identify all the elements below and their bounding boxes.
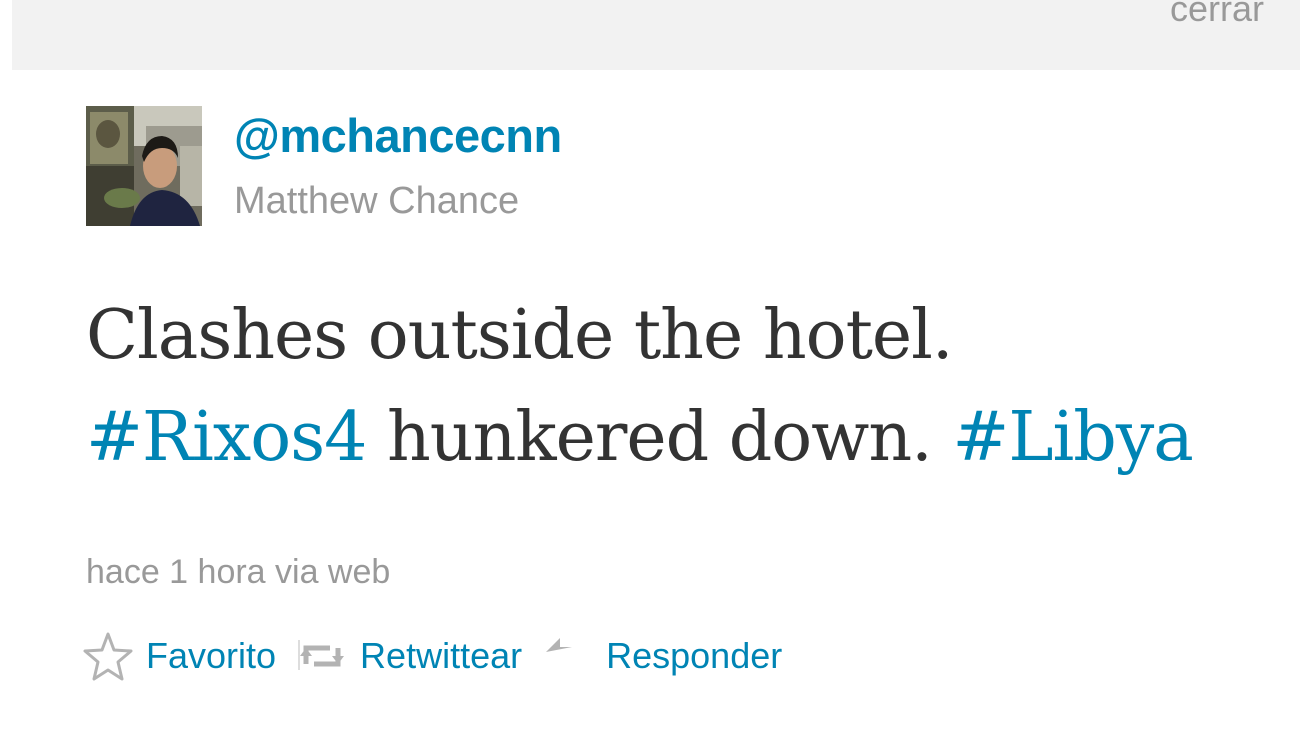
favorite-button[interactable]: Favorito bbox=[82, 626, 276, 686]
retweet-button[interactable]: Retwittear bbox=[296, 626, 522, 686]
tweet-timestamp-source: hace 1 hora via web bbox=[86, 553, 391, 591]
retweet-label: Retwittear bbox=[360, 635, 523, 676]
retweet-icon bbox=[296, 626, 348, 686]
hashtag-link-rixos4[interactable]: #Rixos4 bbox=[86, 398, 367, 477]
hashtag-link-libya[interactable]: #Libya bbox=[952, 398, 1193, 477]
dialog-header-bar: cerrar bbox=[12, 0, 1300, 70]
reply-label: Responder bbox=[606, 635, 783, 676]
favorite-label: Favorito bbox=[146, 635, 277, 676]
tweet-actions: Favorito Retwittear Responder bbox=[82, 626, 802, 686]
tweet-text-line2: hunkered down. bbox=[366, 398, 953, 477]
close-link[interactable]: cerrar bbox=[1170, 0, 1264, 30]
avatar-photo bbox=[86, 106, 202, 226]
star-icon bbox=[82, 626, 134, 686]
tweet-text-line1: Clashes outside the hotel. bbox=[86, 296, 953, 375]
reply-button[interactable]: Responder bbox=[542, 626, 782, 686]
full-name: Matthew Chance bbox=[234, 180, 520, 222]
reply-arrow-icon bbox=[542, 626, 594, 686]
screen-name-link[interactable]: @mchancecnn bbox=[234, 108, 562, 163]
tweet-text: Clashes outside the hotel. #Rixos4 hunke… bbox=[86, 285, 1266, 489]
avatar[interactable] bbox=[86, 106, 202, 226]
